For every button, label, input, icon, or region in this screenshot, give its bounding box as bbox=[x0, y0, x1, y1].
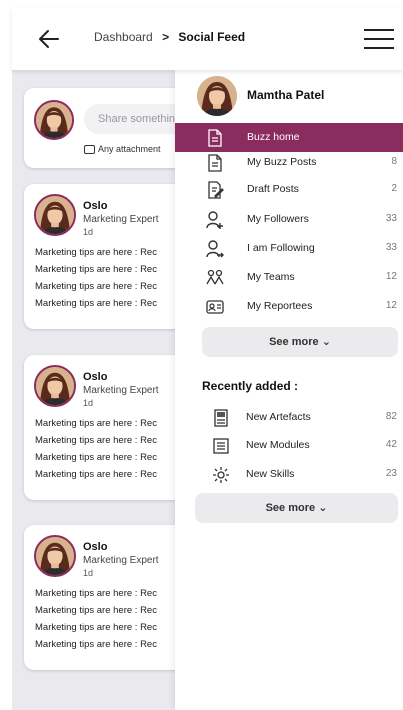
user-add-icon bbox=[206, 211, 223, 229]
menu-item-label: Draft Posts bbox=[247, 183, 299, 195]
side-drawer: Mamtha Patel Buzz home My Buzz Posts 8 D… bbox=[175, 70, 403, 710]
back-arrow-icon[interactable] bbox=[36, 26, 62, 52]
menu-item-count: 8 bbox=[391, 156, 397, 167]
attachment-icon bbox=[84, 144, 95, 154]
recently-added-heading: Recently added : bbox=[202, 379, 299, 393]
skill-gear-icon bbox=[213, 467, 229, 483]
post-line: Marketing tips are here : Rec bbox=[35, 264, 157, 275]
menu-item-count: 33 bbox=[385, 213, 397, 224]
menu-item-count: 12 bbox=[385, 271, 397, 282]
document-icon bbox=[208, 129, 222, 147]
avatar bbox=[34, 100, 74, 140]
post-time: 1d bbox=[83, 227, 94, 237]
avatar bbox=[34, 194, 76, 236]
post-line: Marketing tips are here : Rec bbox=[35, 622, 157, 633]
menu-item-my-buzz-posts[interactable]: My Buzz Posts 8 bbox=[175, 148, 403, 177]
see-more-label: See more bbox=[265, 502, 316, 514]
post-line: Marketing tips are here : Rec bbox=[35, 247, 157, 258]
recent-item-count: 23 bbox=[385, 468, 397, 479]
share-input[interactable]: Share somethin bbox=[84, 104, 175, 134]
menu-item-draft-posts[interactable]: Draft Posts 2 bbox=[175, 175, 403, 204]
see-more-recent-button[interactable]: See more ⌄ bbox=[195, 493, 398, 523]
post-line: Marketing tips are here : Rec bbox=[35, 281, 157, 292]
post-author-role: Marketing Expert bbox=[83, 555, 159, 566]
recent-item-label: New Modules bbox=[246, 439, 310, 451]
menu-item-label: Buzz home bbox=[247, 131, 300, 143]
post-author-role: Marketing Expert bbox=[83, 214, 159, 225]
post-card[interactable]: Oslo Marketing Expert 1d Marketing tips … bbox=[24, 525, 175, 670]
user-follow-icon bbox=[206, 240, 224, 258]
document-icon bbox=[208, 154, 222, 172]
attachment-label: Any attachment bbox=[98, 144, 161, 154]
menu-item-label: My Teams bbox=[247, 271, 295, 283]
draft-edit-icon bbox=[208, 181, 224, 199]
post-author-name: Oslo bbox=[83, 200, 108, 212]
id-card-icon bbox=[206, 300, 224, 314]
user-name: Mamtha Patel bbox=[247, 88, 325, 102]
share-composer-card: Share somethin Any attachment bbox=[24, 88, 175, 168]
breadcrumb-current: Social Feed bbox=[178, 30, 246, 44]
menu-item-count: 33 bbox=[385, 242, 397, 253]
post-card[interactable]: Oslo Marketing Expert 1d Marketing tips … bbox=[24, 184, 175, 329]
post-line: Marketing tips are here : Rec bbox=[35, 435, 157, 446]
recent-item-new-skills[interactable]: New Skills 23 bbox=[175, 460, 403, 489]
post-card[interactable]: Oslo Marketing Expert 1d Marketing tips … bbox=[24, 355, 175, 500]
recent-item-new-modules[interactable]: New Modules 42 bbox=[175, 431, 403, 460]
post-author-role: Marketing Expert bbox=[83, 385, 159, 396]
menu-item-label: My Buzz Posts bbox=[247, 156, 317, 168]
team-icon bbox=[206, 269, 224, 285]
post-line: Marketing tips are here : Rec bbox=[35, 452, 157, 463]
menu-item-my-reportees[interactable]: My Reportees 12 bbox=[175, 292, 403, 321]
post-line: Marketing tips are here : Rec bbox=[35, 298, 157, 309]
artefact-icon bbox=[214, 409, 228, 427]
menu-item-my-followers[interactable]: My Followers 33 bbox=[175, 205, 403, 234]
post-line: Marketing tips are here : Rec bbox=[35, 605, 157, 616]
see-more-label: See more bbox=[269, 336, 319, 348]
post-line: Marketing tips are here : Rec bbox=[35, 418, 157, 429]
post-body: Marketing tips are here : Rec Marketing … bbox=[35, 415, 175, 483]
app-header: Dashboard > Social Feed bbox=[12, 8, 403, 70]
post-body: Marketing tips are here : Rec Marketing … bbox=[35, 585, 175, 653]
recent-item-label: New Artefacts bbox=[246, 411, 311, 423]
menu-item-i-am-following[interactable]: I am Following 33 bbox=[175, 234, 403, 263]
avatar bbox=[34, 365, 76, 407]
post-line: Marketing tips are here : Rec bbox=[35, 588, 157, 599]
attachment-button[interactable]: Any attachment bbox=[84, 144, 161, 154]
module-icon bbox=[213, 438, 229, 454]
post-author-name: Oslo bbox=[83, 541, 108, 553]
recent-item-label: New Skills bbox=[246, 468, 295, 480]
menu-item-my-teams[interactable]: My Teams 12 bbox=[175, 263, 403, 292]
post-line: Marketing tips are here : Rec bbox=[35, 469, 157, 480]
hamburger-menu-icon[interactable] bbox=[364, 28, 394, 50]
post-line: Marketing tips are here : Rec bbox=[35, 639, 157, 650]
breadcrumb-dashboard[interactable]: Dashboard bbox=[94, 30, 153, 44]
menu-item-count: 2 bbox=[391, 183, 397, 194]
post-time: 1d bbox=[83, 398, 94, 408]
recent-item-count: 42 bbox=[385, 439, 397, 450]
recent-item-new-artefacts[interactable]: New Artefacts 82 bbox=[175, 403, 403, 432]
menu-item-label: My Followers bbox=[247, 213, 309, 225]
chevron-down-icon: ⌄ bbox=[318, 502, 328, 514]
menu-item-count: 12 bbox=[385, 300, 397, 311]
user-avatar[interactable] bbox=[197, 76, 237, 116]
recent-item-count: 82 bbox=[385, 411, 397, 422]
breadcrumb: Dashboard > Social Feed bbox=[94, 30, 245, 44]
post-time: 1d bbox=[83, 568, 94, 578]
menu-item-label: My Reportees bbox=[247, 300, 313, 312]
menu-item-label: I am Following bbox=[247, 242, 315, 254]
feed-backdrop[interactable]: Share somethin Any attachment Oslo Marke… bbox=[12, 70, 175, 710]
breadcrumb-separator: > bbox=[162, 30, 170, 44]
see-more-button[interactable]: See more ⌄ bbox=[202, 327, 398, 357]
post-body: Marketing tips are here : Rec Marketing … bbox=[35, 244, 175, 312]
post-author-name: Oslo bbox=[83, 371, 108, 383]
chevron-down-icon: ⌄ bbox=[321, 336, 331, 348]
avatar bbox=[34, 535, 76, 577]
